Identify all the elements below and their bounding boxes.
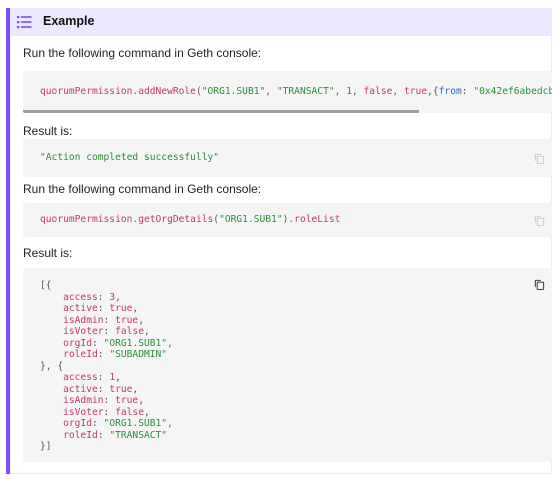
code-line: access: 3, (40, 291, 121, 303)
code-line: isVoter: false, (40, 406, 150, 418)
copy-icon[interactable] (534, 153, 545, 164)
example-admonition: Example Run the following command in Get… (6, 8, 552, 474)
code-line: orgId: "ORG1.SUB1", (40, 418, 173, 429)
list-icon (16, 15, 32, 29)
paragraph-result-1: Result is: (23, 124, 73, 138)
code-block-add-role: quorumPermission.addNewRole("ORG1.SUB1",… (23, 71, 552, 113)
code-block-result-2: [{ access: 3, active: true, isAdmin: tru… (23, 268, 552, 462)
code-line: isAdmin: true, (40, 314, 144, 326)
admonition-title: Example (43, 14, 95, 28)
code-result-1-text: "Action completed successfully" (40, 152, 220, 163)
code-block-result-1: "Action completed successfully" (23, 139, 552, 177)
copy-icon[interactable] (534, 279, 545, 290)
code-line: isAdmin: true, (40, 395, 144, 406)
code-line: active: true, (40, 383, 139, 395)
code-line: roleId: "SUBADMIN" (40, 349, 168, 360)
code-line: roleId: "TRANSACT" (40, 429, 168, 441)
code-line: active: true, (40, 303, 139, 314)
horizontal-scrollbar[interactable] (23, 110, 419, 113)
code-line: orgId: "ORG1.SUB1", (40, 337, 173, 349)
code-get-org-text: quorumPermission.getOrgDetails("ORG1.SUB… (40, 214, 341, 225)
code-add-role-text: quorumPermission.addNewRole("ORG1.SUB1",… (40, 86, 552, 97)
paragraph-run-command-1: Run the following command in Geth consol… (23, 46, 262, 60)
code-result-2-text: [{ access: 3, active: true, isAdmin: tru… (40, 280, 173, 452)
copy-icon[interactable] (534, 215, 545, 226)
code-line: isVoter: false, (40, 326, 150, 337)
admonition-title-bar: Example (10, 8, 552, 36)
paragraph-run-command-2: Run the following command in Geth consol… (23, 182, 262, 196)
paragraph-result-2: Result is: (23, 246, 73, 260)
code-block-get-org: quorumPermission.getOrgDetails("ORG1.SUB… (23, 203, 552, 237)
code-line: access: 1, (40, 372, 121, 383)
